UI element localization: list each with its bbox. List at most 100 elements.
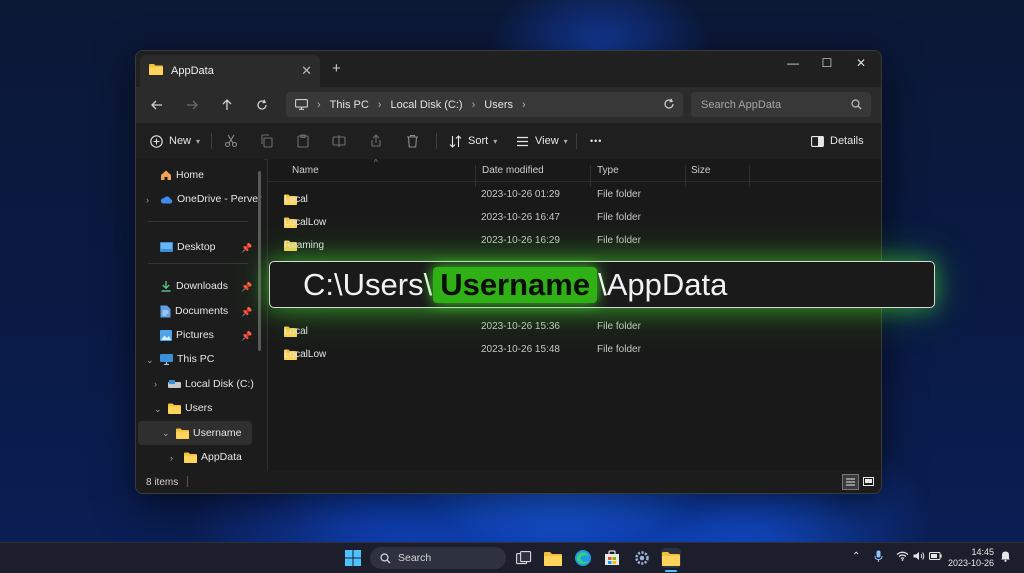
refresh-icon [257, 99, 267, 110]
clock-date: 2023-10-26 [947, 558, 994, 568]
pin-icon[interactable]: 📌 [241, 307, 252, 318]
breadcrumb-chevron-icon[interactable]: › [522, 99, 526, 111]
folder-icon [662, 551, 680, 566]
refresh-button[interactable] [249, 93, 275, 117]
document-icon [160, 305, 171, 318]
file-type: File folder [597, 344, 641, 355]
maximize-button[interactable]: ☐ [810, 51, 844, 75]
sidebar-item-label: Home [176, 169, 205, 181]
battery-icon[interactable] [929, 552, 942, 563]
appdata-path: C:\Users\ Username \AppData [303, 266, 728, 303]
taskbar-file-explorer[interactable] [543, 548, 563, 568]
delete-button[interactable] [406, 129, 419, 153]
rename-icon [332, 135, 346, 147]
taskbar-search[interactable]: Search [370, 547, 506, 569]
pin-icon[interactable]: 📌 [241, 331, 252, 342]
tab-appdata[interactable]: AppData ✕ [140, 55, 320, 87]
breadcrumb-local-disk[interactable]: Local Disk (C:) [390, 99, 462, 111]
sidebar-item-local-disk[interactable]: Local Disk (C:) [168, 372, 262, 396]
chevron-up-icon[interactable]: ⌃ [852, 551, 860, 562]
rename-button[interactable] [332, 129, 346, 153]
chevron-right-icon[interactable]: › [154, 379, 157, 389]
folder-icon [149, 62, 163, 80]
file-type: File folder [597, 321, 641, 332]
view-button[interactable]: View ▾ [516, 129, 568, 153]
more-options-button[interactable]: ••• [590, 129, 602, 153]
arrow-left-icon [151, 100, 162, 110]
file-date: 2023-10-26 15:48 [481, 344, 560, 355]
column-header-row: Name ^ Date modified Type Size [268, 158, 881, 187]
item-count: 8 items [146, 477, 179, 488]
chevron-down-icon[interactable]: ⌄ [162, 428, 170, 439]
taskbar: Search ⌃ 14:45 2023-10-26 [0, 542, 1024, 573]
address-refresh-icon[interactable] [663, 98, 675, 110]
share-button[interactable] [369, 129, 383, 153]
taskbar-file-explorer-active[interactable] [661, 548, 681, 568]
scissors-icon [224, 134, 238, 148]
wifi-icon[interactable] [896, 551, 909, 564]
picture-icon [160, 329, 172, 341]
column-header-date[interactable]: Date modified [482, 165, 544, 176]
column-header-name[interactable]: Name [292, 165, 319, 176]
close-window-button[interactable]: ✕ [844, 51, 878, 75]
desktop-icon [160, 242, 173, 252]
sidebar-item-this-pc[interactable]: This PC [160, 347, 260, 371]
tab-close-icon[interactable]: ✕ [301, 63, 312, 79]
table-row[interactable]: Roaming 2023-10-26 16:29 File folder [268, 229, 881, 252]
address-bar[interactable]: › This PC › Local Disk (C:) › Users › [286, 92, 683, 117]
search-input[interactable] [699, 97, 843, 112]
toolbar-divider [436, 133, 437, 149]
table-row[interactable]: Local 2023-10-26 01:29 File folder [268, 183, 881, 206]
gear-icon [635, 551, 649, 565]
chevron-down-icon: ▾ [493, 136, 498, 146]
speaker-icon[interactable] [913, 551, 925, 564]
copy-button[interactable] [260, 129, 274, 153]
tiles-view-toggle[interactable] [861, 474, 876, 488]
microphone-icon[interactable] [874, 550, 883, 566]
chevron-down-icon[interactable]: ⌄ [146, 355, 154, 366]
sort-button[interactable]: Sort ▾ [449, 129, 497, 153]
forward-button[interactable] [179, 93, 205, 117]
table-row[interactable]: LocalLow 2023-10-26 16:47 File folder [268, 206, 881, 229]
pin-icon[interactable]: 📌 [241, 282, 252, 293]
cut-button[interactable] [224, 129, 238, 153]
table-row[interactable]: Local 2023-10-26 15:36 File folder [268, 315, 881, 338]
sidebar-scrollbar[interactable] [258, 171, 261, 351]
search-box[interactable] [691, 92, 871, 117]
details-label: Details [830, 135, 864, 147]
system-clock[interactable]: 14:45 2023-10-26 [944, 547, 994, 569]
chevron-down-icon[interactable]: ⌄ [154, 404, 162, 415]
up-button[interactable] [214, 93, 240, 117]
file-type: File folder [597, 235, 641, 246]
chevron-right-icon[interactable]: › [170, 453, 173, 463]
sidebar-item-users[interactable]: Users [168, 396, 262, 420]
chevron-right-icon[interactable]: › [146, 195, 149, 205]
start-button[interactable] [343, 548, 363, 568]
sort-label: Sort [468, 135, 489, 147]
sidebar-item-appdata[interactable]: AppData [184, 445, 260, 469]
details-pane-button[interactable]: Details [811, 129, 864, 153]
taskbar-store[interactable] [602, 548, 622, 568]
breadcrumb-this-pc[interactable]: This PC [330, 99, 369, 111]
column-header-type[interactable]: Type [597, 165, 619, 176]
share-icon [371, 134, 381, 147]
taskbar-settings[interactable] [632, 548, 652, 568]
new-tab-button[interactable]: + [332, 60, 341, 77]
breadcrumb-users[interactable]: Users [484, 99, 513, 111]
pin-icon[interactable]: 📌 [241, 243, 252, 254]
sidebar-item-home[interactable]: Home [160, 163, 260, 187]
sidebar-item-label: OneDrive - Perver [177, 193, 262, 205]
notification-bell-icon[interactable] [1000, 550, 1011, 565]
sidebar-item-onedrive[interactable]: OneDrive - Perver [160, 187, 264, 211]
column-header-size[interactable]: Size [691, 165, 710, 176]
taskbar-edge[interactable] [573, 548, 593, 568]
table-row[interactable]: LocalLow 2023-10-26 15:48 File folder [268, 338, 881, 361]
paste-button[interactable] [296, 129, 310, 153]
details-view-toggle[interactable] [842, 474, 859, 490]
path-suffix: \AppData [598, 266, 728, 302]
task-view-button[interactable] [514, 548, 534, 568]
new-button[interactable]: New ▾ [150, 129, 200, 153]
minimize-button[interactable]: — [776, 51, 810, 75]
back-button[interactable] [144, 93, 170, 117]
sidebar-item-username[interactable]: ⌄ Username [138, 421, 252, 445]
